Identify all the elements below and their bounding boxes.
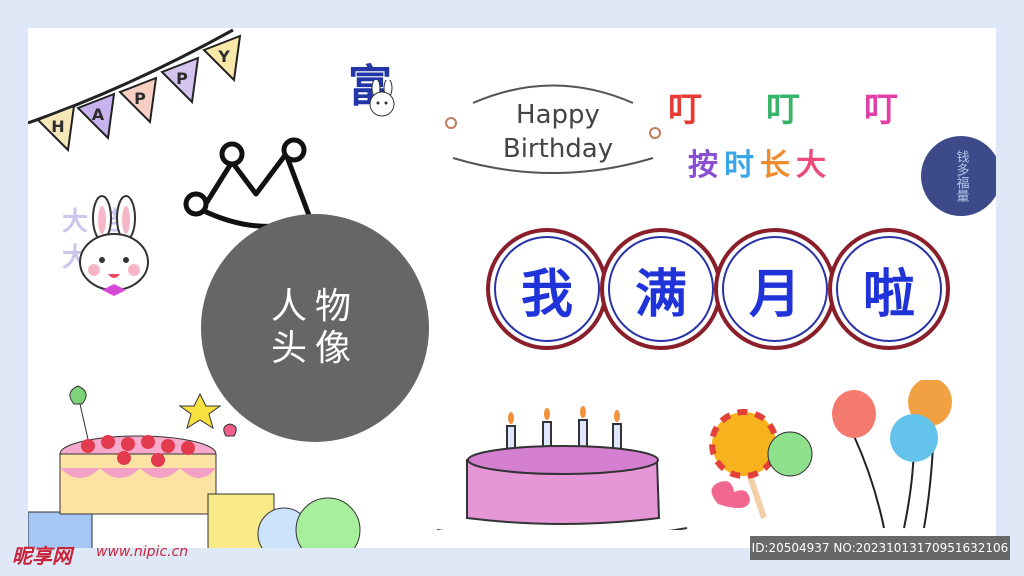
avatar-line-2: 头像	[270, 328, 359, 369]
title-circle-3: 月	[714, 228, 836, 350]
main-title: 我 满 月 啦	[486, 228, 950, 350]
rabbit-icon	[369, 80, 395, 117]
poster-canvas: H A P P Y 富 Happy Birthday 叮 叮 叮 按 时 长 大 钱多福…	[28, 28, 996, 548]
banner-letter: P	[134, 89, 146, 108]
grow-1: 按	[688, 148, 718, 183]
title-char-4: 啦	[862, 264, 915, 325]
grow-2: 时	[724, 148, 754, 183]
title-char-2: 满	[634, 264, 687, 325]
title-circle-4: 啦	[828, 228, 950, 350]
watermark-url: www.nipic.cn	[96, 544, 189, 560]
watermark-site: 昵享网	[12, 544, 72, 568]
banner-letter: H	[51, 117, 64, 136]
pink-cake-illustration	[437, 406, 688, 530]
title-circle-1: 我	[486, 228, 608, 350]
ding-row: 叮 叮 叮	[668, 82, 898, 131]
title-char-1: 我	[520, 264, 573, 325]
ding-3: 叮	[864, 90, 898, 130]
grow-3: 长	[760, 148, 790, 183]
grow-4: 大	[796, 148, 826, 183]
banner-letter: A	[92, 105, 105, 124]
banner-letter: Y	[217, 47, 230, 66]
ding-1: 叮	[668, 90, 702, 130]
ding-2: 叮	[766, 90, 800, 130]
happy-birthday-text: Happy Birthday	[478, 98, 638, 166]
left-rabbit: 大吉大利	[62, 194, 162, 304]
balloons-illustration	[832, 380, 952, 529]
avatar-line-1: 人物	[270, 286, 359, 327]
grow-row: 按 时 长 大	[688, 140, 826, 184]
watermark-id: ID:20504937 NO:20231013170951632106	[750, 536, 1010, 560]
happy-text: Happy	[516, 100, 600, 130]
banner-letter: P	[176, 69, 188, 88]
birthday-text: Birthday	[502, 134, 614, 164]
title-char-3: 月	[748, 264, 801, 325]
strawberry-cake-illustration	[28, 385, 361, 548]
rabbit-badge: 钱多福量	[921, 136, 996, 216]
title-circle-2: 满	[600, 228, 722, 350]
palace-sticker: 富	[348, 50, 418, 120]
lollipops-illustration	[709, 409, 813, 519]
badge-text: 钱多福量	[953, 150, 969, 202]
rabbit-icon	[79, 195, 149, 296]
